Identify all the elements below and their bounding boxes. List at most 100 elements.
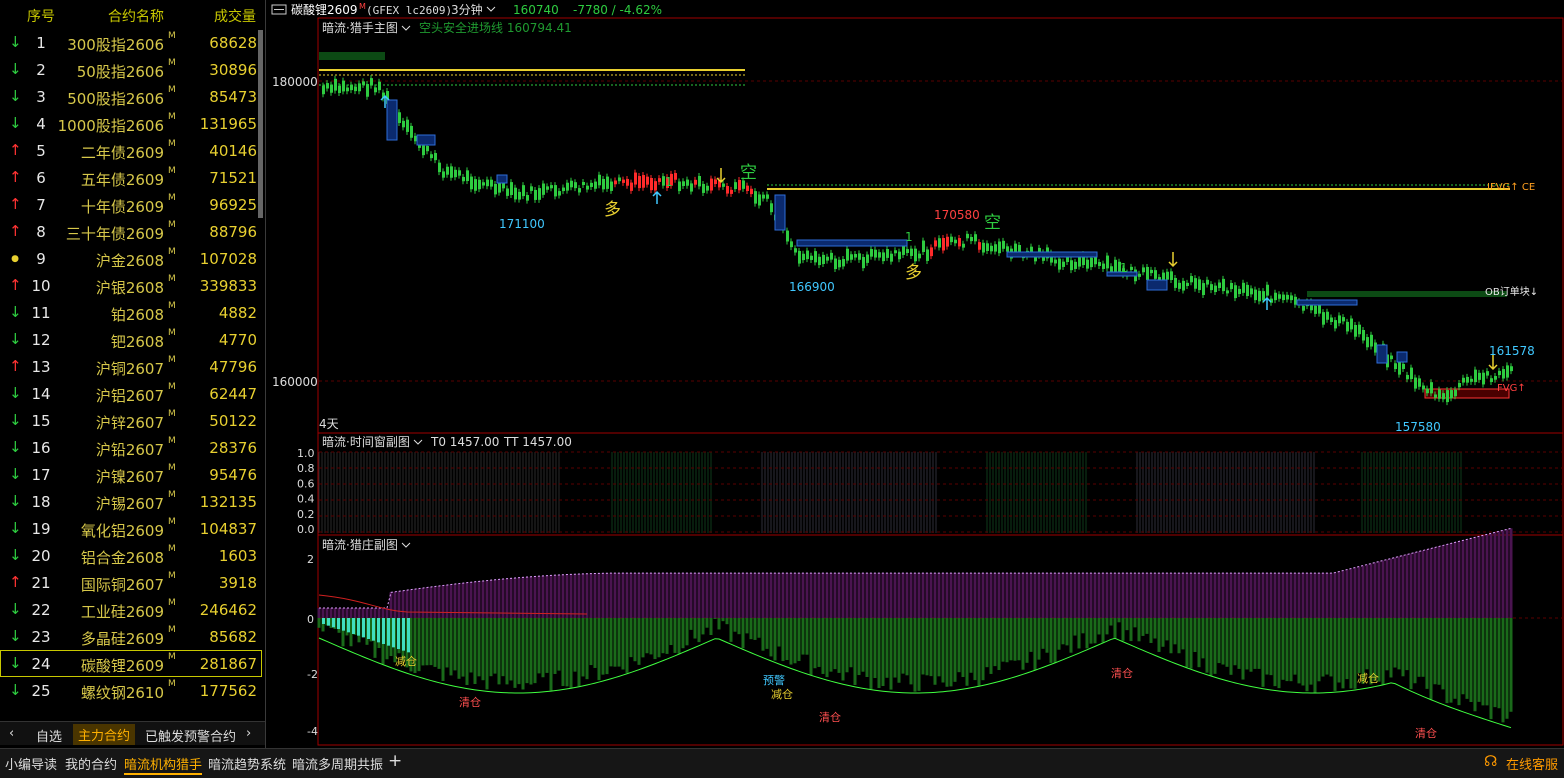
- candle-body: [1086, 259, 1089, 269]
- candle-body: [398, 112, 401, 124]
- headset-icon[interactable]: ☊: [1484, 752, 1497, 770]
- prev-tab-icon[interactable]: ‹: [9, 726, 14, 741]
- order-block: [1006, 251, 1098, 258]
- down-arrow-icon: [716, 168, 726, 184]
- contract-name: 沪锌2607: [95, 414, 164, 432]
- tab-trend-system[interactable]: 暗流趋势系统: [208, 754, 286, 773]
- time-y-label: 0.6: [297, 477, 315, 490]
- main-panel-title[interactable]: 暗流·猎手主图: [322, 20, 398, 35]
- list-item[interactable]: ↓ 12 钯2608 M 4770: [0, 326, 262, 353]
- list-item[interactable]: ↓ 19 氧化铝2609 M 104837: [0, 515, 262, 542]
- candle-body: [570, 180, 573, 188]
- candle-body: [722, 183, 725, 187]
- tab-institution-hunter[interactable]: 暗流机构猎手: [124, 754, 203, 775]
- list-item[interactable]: ↓ 22 工业硅2609 M 246462: [0, 596, 262, 623]
- candle-body: [1006, 246, 1009, 252]
- candle-body: [678, 181, 681, 192]
- tab-watchlist[interactable]: 自选: [36, 726, 62, 745]
- time-y-label: 0.2: [297, 508, 315, 521]
- time-panel-title[interactable]: 暗流·时间窗副图: [322, 434, 410, 449]
- list-item[interactable]: ↓ 4 1000股指2606 M 131965: [0, 110, 262, 137]
- list-item[interactable]: ↓ 11 铂2608 M 4882: [0, 299, 262, 326]
- hunter-panel-chevron-down-icon[interactable]: [401, 542, 411, 548]
- candle-body: [1130, 266, 1133, 270]
- list-item[interactable]: ↓ 23 多晶硅2609 M 85682: [0, 623, 262, 650]
- candle-body: [1394, 363, 1397, 370]
- candle-body: [1462, 377, 1465, 383]
- hunter-cyan-bar: [392, 618, 395, 648]
- candle-body: [814, 251, 817, 263]
- main-panel-chevron-down-icon[interactable]: [401, 25, 411, 31]
- list-item[interactable]: ↓ 20 铝合金2608 M 1603: [0, 542, 262, 569]
- y-label-160000: 160000: [272, 375, 318, 389]
- main-contract-mark: M: [168, 652, 176, 662]
- candle-body: [586, 185, 589, 190]
- add-tab-button[interactable]: +: [388, 751, 402, 771]
- row-index: 15: [31, 412, 51, 430]
- chart-canvas[interactable]: 碳酸锂2609 M (GFEX lc2609) 3分钟 160740 -7780…: [267, 0, 1564, 748]
- candle-body: [930, 247, 933, 257]
- list-item[interactable]: ↓ 17 沪镍2607 M 95476: [0, 461, 262, 488]
- list-item[interactable]: ● 9 沪金2608 M 107028: [0, 245, 262, 272]
- list-item[interactable]: ↑ 7 十年债2609 M 96925: [0, 191, 262, 218]
- tab-main-contracts[interactable]: 主力合约: [73, 724, 136, 745]
- hunter-cyan-bar: [357, 618, 360, 636]
- header-index[interactable]: 序号: [27, 6, 55, 26]
- down-arrow-icon: ↓: [9, 60, 22, 78]
- candle-body: [1234, 285, 1237, 299]
- main-contract-mark: M: [168, 220, 176, 230]
- candle-body: [1186, 282, 1189, 286]
- candle-body: [646, 176, 649, 185]
- header-volume[interactable]: 成交量: [214, 6, 256, 26]
- candle-body: [754, 191, 757, 204]
- candle-body: [366, 84, 369, 97]
- candle-body: [770, 203, 773, 213]
- list-item[interactable]: ↓ 1 300股指2606 M 68628: [0, 29, 262, 56]
- chart-area[interactable]: 碳酸锂2609 M (GFEX lc2609) 3分钟 160740 -7780…: [267, 0, 1564, 748]
- list-item[interactable]: ↑ 10 沪银2608 M 339833: [0, 272, 262, 299]
- next-tab-icon[interactable]: ›: [246, 726, 251, 741]
- candle-body: [1366, 337, 1369, 348]
- candle-body: [1282, 294, 1285, 301]
- tab-multi-period[interactable]: 暗流多周期共振: [292, 754, 383, 773]
- list-scrollbar[interactable]: [258, 30, 263, 218]
- candle-body: [1442, 393, 1445, 400]
- candle-body: [1242, 282, 1245, 293]
- row-index: 12: [31, 331, 51, 349]
- list-item[interactable]: ↓ 25 螺纹钢2610 M 177562: [0, 677, 262, 704]
- symbol-code: (GFEX lc2609): [366, 4, 452, 17]
- online-service-link[interactable]: 在线客服: [1506, 754, 1558, 773]
- candle-body: [954, 239, 957, 244]
- tab-my-contracts[interactable]: 我的合约: [65, 754, 117, 773]
- list-item[interactable]: ↓ 18 沪锡2607 M 132135: [0, 488, 262, 515]
- hunter-cyan-bar: [337, 618, 340, 629]
- hunter-panel-title[interactable]: 暗流·猎庄副图: [322, 537, 398, 552]
- period-select[interactable]: 3分钟: [451, 2, 483, 17]
- list-item[interactable]: ↑ 5 二年债2609 M 40146: [0, 137, 262, 164]
- candle-body: [330, 84, 333, 93]
- down-arrow-icon: ↓: [9, 519, 22, 537]
- row-index: 20: [31, 547, 51, 565]
- list-item[interactable]: ↓ 15 沪锌2607 M 50122: [0, 407, 262, 434]
- contract-name: 1000股指2606: [57, 117, 164, 135]
- list-item[interactable]: ↓ 16 沪铅2607 M 28376: [0, 434, 262, 461]
- list-item[interactable]: ↓ 24 碳酸锂2609 M 281867: [0, 650, 262, 677]
- clear-mark: 清仓: [1415, 726, 1437, 740]
- list-item[interactable]: ↓ 3 500股指2606 M 85473: [0, 83, 262, 110]
- list-item[interactable]: ↓ 14 沪铝2607 M 62447: [0, 380, 262, 407]
- candle-body: [710, 178, 713, 191]
- list-item[interactable]: ↑ 6 五年债2609 M 71521: [0, 164, 262, 191]
- candle-body: [1178, 282, 1181, 289]
- list-item[interactable]: ↓ 2 50股指2606 M 30896: [0, 56, 262, 83]
- time-panel-chevron-down-icon[interactable]: [413, 439, 423, 445]
- header-name[interactable]: 合约名称: [108, 6, 164, 26]
- tab-triggered-alerts[interactable]: 已触发预警合约: [145, 726, 236, 745]
- hunter-cyan-bar: [372, 618, 375, 641]
- tab-editor-guide[interactable]: 小编导读: [5, 754, 57, 773]
- candle-body: [786, 230, 789, 242]
- list-item[interactable]: ↑ 21 国际铜2607 M 3918: [0, 569, 262, 596]
- list-item[interactable]: ↑ 8 三十年债2609 M 88796: [0, 218, 262, 245]
- candle-body: [510, 182, 513, 196]
- main-contract-mark: M: [168, 436, 176, 446]
- list-item[interactable]: ↑ 13 沪铜2607 M 47796: [0, 353, 262, 380]
